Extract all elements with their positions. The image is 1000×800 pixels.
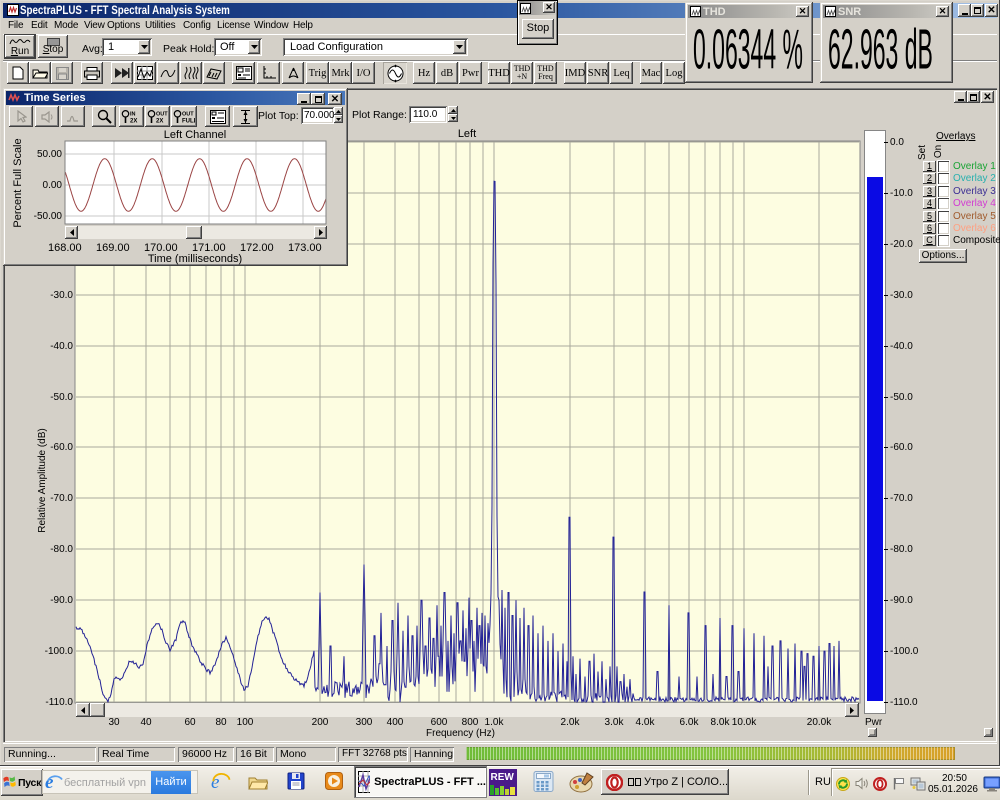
- svg-text:REW: REW: [491, 772, 515, 783]
